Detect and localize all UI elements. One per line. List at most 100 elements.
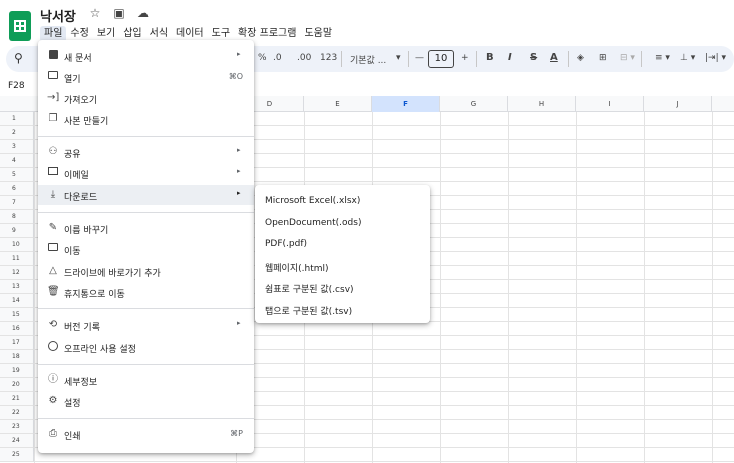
borders-icon[interactable]: ⊞ (599, 53, 607, 63)
menu-item-add-shortcut[interactable]: △ 드라이브에 바로가기 추가 (38, 261, 254, 281)
row-header[interactable]: 7 (0, 196, 34, 210)
move-folder-icon[interactable]: ▣ (112, 6, 126, 20)
column-header-j[interactable]: J (644, 96, 712, 112)
column-gridline (508, 112, 509, 463)
font-size-decrease-button[interactable]: — (415, 53, 424, 63)
row-header[interactable]: 8 (0, 210, 34, 224)
row-header[interactable]: 4 (0, 154, 34, 168)
row-header[interactable]: 17 (0, 336, 34, 350)
row-header[interactable]: 20 (0, 378, 34, 392)
font-family-select[interactable]: 기본값 ... (350, 53, 386, 66)
folder-icon (47, 71, 59, 83)
italic-button[interactable]: I (508, 52, 512, 63)
font-size-input[interactable]: 10 (428, 50, 454, 68)
submenu-arrow-icon: ▸ (237, 319, 241, 327)
submenu-arrow-icon: ▸ (237, 167, 241, 175)
row-header[interactable]: 16 (0, 322, 34, 336)
print-icon: ⎙ (49, 428, 57, 439)
row-header[interactable]: 25 (0, 448, 34, 462)
row-header[interactable]: 23 (0, 420, 34, 434)
download-html[interactable]: 웹페이지(.html) (255, 255, 430, 276)
document-title[interactable]: 낙서장 (40, 6, 76, 25)
decrease-decimal-button[interactable]: .0 (273, 53, 282, 63)
row-header[interactable]: 3 (0, 140, 34, 154)
column-header-e[interactable]: E (304, 96, 372, 112)
star-icon[interactable]: ☆ (88, 6, 102, 20)
row-header[interactable]: 13 (0, 280, 34, 294)
download-pdf[interactable]: PDF(.pdf) (255, 233, 430, 254)
row-header[interactable]: 5 (0, 168, 34, 182)
sheets-logo-icon[interactable] (9, 11, 31, 41)
menu-item-offline[interactable]: 오프라인 사용 설정 (38, 337, 254, 357)
number-format-button[interactable]: 123 (320, 53, 337, 63)
column-header-f[interactable]: F (372, 96, 440, 112)
menu-item-version-history[interactable]: ⟲ 버전 기록 ▸ (38, 315, 254, 335)
menu-item-move[interactable]: 이동 (38, 239, 254, 259)
column-header-h[interactable]: H (508, 96, 576, 112)
row-header[interactable]: 15 (0, 308, 34, 322)
download-csv[interactable]: 쉼표로 구분된 값(.csv) (255, 276, 430, 297)
cloud-status-icon[interactable]: ☁ (136, 6, 150, 20)
row-header[interactable]: 24 (0, 434, 34, 448)
increase-decimal-button[interactable]: .00 (297, 53, 311, 63)
rename-icon: ✎ (48, 222, 58, 233)
trash-icon: 🗑 (47, 286, 60, 297)
menu-item-open[interactable]: 열기 ⌘O (38, 67, 254, 87)
move-icon (47, 243, 59, 255)
menu-item-download[interactable]: ⤓ 다운로드 ▸ (38, 185, 254, 205)
row-header[interactable]: 19 (0, 364, 34, 378)
vertical-align-icon[interactable]: ⊥ ▾ (680, 53, 695, 63)
download-icon: ⤓ (50, 189, 56, 200)
text-color-button[interactable]: A (550, 52, 558, 63)
menu-item-details[interactable]: ⓘ 세부정보 (38, 370, 254, 390)
search-menus-icon[interactable]: ⚲ (14, 51, 23, 65)
share-icon: ⚇ (48, 146, 58, 157)
download-tsv[interactable]: 탭으로 구분된 값(.tsv) (255, 298, 430, 319)
bold-button[interactable]: B (486, 52, 494, 63)
menu-item-trash[interactable]: 🗑 휴지통으로 이동 (38, 282, 254, 302)
fill-color-icon[interactable]: ◈ (577, 53, 584, 63)
horizontal-align-icon[interactable]: ≡ ▾ (655, 53, 670, 63)
font-family-dropdown-icon[interactable]: ▾ (396, 53, 401, 63)
row-header[interactable]: 11 (0, 252, 34, 266)
menu-item-import[interactable]: →] 가져오기 (38, 88, 254, 108)
submenu-arrow-icon: ▸ (237, 50, 241, 58)
row-header[interactable]: 1 (0, 112, 34, 126)
column-header-i[interactable]: I (576, 96, 644, 112)
settings-icon: ⚙ (48, 395, 58, 406)
row-header[interactable]: 2 (0, 126, 34, 140)
email-icon (47, 167, 59, 179)
menu-item-email[interactable]: 이메일 ▸ (38, 163, 254, 183)
submenu-arrow-icon: ▸ (237, 189, 241, 197)
font-size-increase-button[interactable]: + (461, 53, 469, 63)
column-gridline (34, 112, 35, 463)
merge-cells-icon[interactable]: ⊟ ▾ (620, 53, 635, 63)
text-wrap-icon[interactable]: |⇥| ▾ (705, 53, 726, 63)
row-header[interactable]: 6 (0, 182, 34, 196)
menu-help[interactable]: 도움말 (300, 26, 336, 42)
format-percent-button[interactable]: % (258, 53, 267, 63)
column-header-g[interactable]: G (440, 96, 508, 112)
file-menu: 새 문서 ▸ 열기 ⌘O →] 가져오기 ❐ 사본 만들기 ⚇ 공유 ▸ 이메일… (38, 40, 254, 453)
strikethrough-button[interactable]: S (530, 52, 537, 63)
download-submenu: Microsoft Excel(.xlsx) OpenDocument(.ods… (255, 185, 430, 323)
menu-item-share[interactable]: ⚇ 공유 ▸ (38, 142, 254, 162)
menu-item-make-copy[interactable]: ❐ 사본 만들기 (38, 109, 254, 129)
row-header[interactable]: 10 (0, 238, 34, 252)
download-xlsx[interactable]: Microsoft Excel(.xlsx) (255, 190, 430, 211)
menu-item-settings[interactable]: ⚙ 설정 (38, 391, 254, 411)
row-header[interactable]: 9 (0, 224, 34, 238)
menu-item-rename[interactable]: ✎ 이름 바꾸기 (38, 218, 254, 238)
row-header[interactable]: 12 (0, 266, 34, 280)
row-header[interactable]: 18 (0, 350, 34, 364)
download-ods[interactable]: OpenDocument(.ods) (255, 212, 430, 233)
menu-item-print[interactable]: ⎙ 인쇄 ⌘P (38, 424, 254, 444)
row-header[interactable]: 22 (0, 406, 34, 420)
column-gridline (576, 112, 577, 463)
row-header[interactable]: 14 (0, 294, 34, 308)
offline-icon (47, 341, 59, 353)
menu-item-new[interactable]: 새 문서 ▸ (38, 46, 254, 66)
row-header[interactable]: 21 (0, 392, 34, 406)
name-box[interactable]: F28 (8, 81, 25, 91)
new-doc-icon (47, 50, 59, 62)
